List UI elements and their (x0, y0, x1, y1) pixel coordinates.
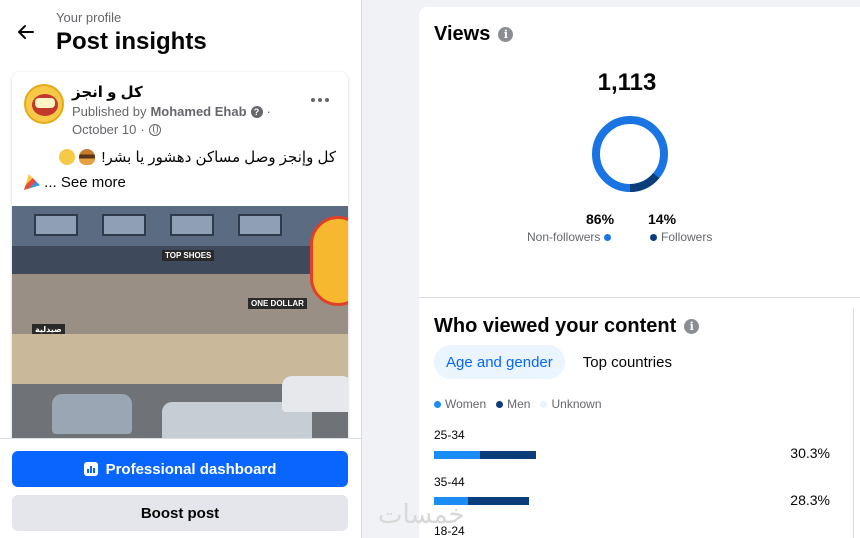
bar-chart-icon (83, 462, 98, 476)
post-date-line: October 10 · (72, 122, 161, 137)
bar-men (480, 451, 536, 459)
author-name[interactable]: Mohamed Ehab (150, 104, 246, 119)
globe-icon (148, 123, 161, 136)
party-face-emoji-icon (59, 149, 76, 165)
tab-top-countries[interactable]: Top countries (571, 345, 684, 379)
professional-dashboard-label: Professional dashboard (105, 460, 277, 478)
post-card: كل و انجز Published by Mohamed Ehab ? · … (12, 72, 348, 452)
bar-women (434, 451, 480, 459)
scrollbar-track[interactable] (853, 308, 854, 538)
professional-dashboard-button[interactable]: Professional dashboard (12, 451, 348, 487)
published-by-line: Published by Mohamed Ehab ? · (72, 104, 271, 119)
page-name[interactable]: كل و انجز (72, 83, 143, 101)
non-followers-dot (604, 233, 612, 241)
page-title: Post insights (56, 28, 207, 55)
legend-unknown: Unknown (540, 397, 602, 411)
arrow-left-icon (18, 25, 34, 39)
published-by-prefix: Published by (72, 104, 147, 119)
age-bar-25-34 (434, 451, 536, 459)
legend-women: Women (434, 397, 486, 411)
age-pct-25-34: 30.3% (790, 445, 830, 461)
info-icon[interactable]: i (498, 27, 514, 42)
watermark: خمسات (378, 500, 465, 530)
tab-age-and-gender[interactable]: Age and gender (434, 345, 565, 379)
non-followers-label: Non-followers (527, 230, 601, 244)
breadcrumb[interactable]: Your profile (56, 10, 121, 25)
views-donut-chart (592, 116, 668, 192)
non-followers-pct: 86% (586, 211, 615, 227)
bar-men (468, 497, 529, 505)
followers-label: Followers (661, 230, 713, 244)
legend-men: Men (496, 397, 530, 411)
separator-dot: · (140, 122, 145, 137)
who-viewed-title: Who viewed your content (434, 315, 677, 337)
party-popper-emoji-icon (24, 174, 40, 190)
views-card: Views i 1,113 86% Non-followers 14% Foll… (419, 7, 860, 297)
see-more-link[interactable]: ... See more (24, 174, 126, 191)
back-button[interactable] (10, 16, 42, 48)
gender-legend: Women Men Unknown (434, 397, 602, 411)
followers-dot (650, 233, 657, 241)
followers-pct: 14% (648, 211, 677, 227)
who-viewed-title-row: Who viewed your content i (434, 315, 700, 338)
left-panel: Your profile Post insights كل و انجز Pub… (0, 0, 362, 538)
brand-logo (310, 216, 348, 306)
followers-legend: Followers (650, 230, 712, 244)
page-avatar[interactable] (24, 84, 64, 124)
info-icon[interactable]: i (684, 319, 700, 334)
see-more-text: ... See more (44, 174, 126, 191)
caption-text: كل وإنجز وصل مساكن دهشور يا بشر! (101, 149, 336, 166)
views-title-row: Views i (434, 23, 514, 46)
post-image[interactable]: TOP SHOES ONE DOLLAR صيدلية (12, 206, 348, 452)
burger-emoji-icon (79, 149, 96, 165)
shop-sign: ONE DOLLAR (248, 298, 307, 309)
views-total: 1,113 (597, 69, 657, 96)
shop-sign: TOP SHOES (162, 250, 215, 261)
help-icon[interactable]: ? (250, 105, 263, 118)
more-options-button[interactable] (306, 88, 334, 112)
who-viewed-card: Who viewed your content i Age and gender… (419, 297, 860, 538)
boost-post-button[interactable]: Boost post (12, 495, 348, 531)
audience-tabs: Age and gender Top countries (434, 345, 684, 379)
age-label-25-34: 25-34 (434, 428, 465, 442)
post-date[interactable]: October 10 (72, 122, 136, 137)
separator-dot: · (266, 104, 271, 119)
action-bar: Professional dashboard Boost post (0, 438, 361, 538)
age-label-35-44: 35-44 (434, 475, 465, 489)
post-caption: كل وإنجز وصل مساكن دهشور يا بشر! (57, 148, 336, 166)
views-title: Views (434, 23, 491, 45)
age-pct-35-44: 28.3% (790, 492, 830, 508)
non-followers-legend: Non-followers (527, 230, 612, 244)
